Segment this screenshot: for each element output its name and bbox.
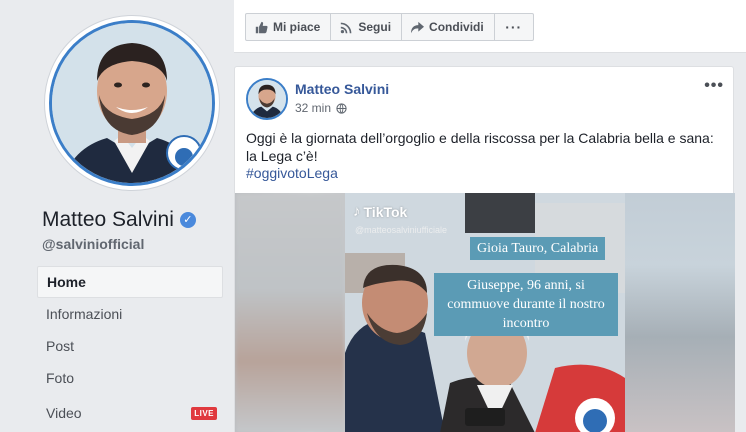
verified-check-icon: ✓ [179, 212, 196, 228]
post-card: Matteo Salvini 32 min ••• Oggi è la gior… [234, 66, 735, 432]
post-author-avatar[interactable] [246, 78, 288, 120]
action-button-group: Mi piace Segui Condividi ··· [245, 13, 534, 41]
nav-item-foto[interactable]: Foto [37, 362, 223, 394]
post-avatar-portrait [248, 80, 286, 118]
share-arrow-icon [410, 20, 424, 34]
video-blur-left [235, 193, 345, 432]
share-button[interactable]: Condividi [401, 13, 495, 41]
like-button[interactable]: Mi piace [245, 13, 332, 41]
post-options-button[interactable]: ••• [704, 77, 724, 95]
more-actions-button[interactable]: ··· [493, 13, 534, 41]
follow-label: Segui [358, 20, 392, 34]
nav-item-informazioni[interactable]: Informazioni [37, 298, 223, 330]
post-meta: 32 min [295, 101, 347, 115]
profile-avatar[interactable] [44, 15, 220, 191]
video-blur-right [625, 193, 735, 432]
nav-item-label: Video [46, 405, 82, 421]
video-frame[interactable]: ♪ TikTok @matteosalviniufficiale Gioia T… [345, 193, 625, 432]
nav-item-video[interactable]: Video LIVE [37, 397, 223, 429]
like-label: Mi piace [273, 20, 321, 34]
post-text: Oggi è la giornata dell’orgoglio e della… [246, 130, 714, 164]
page-name[interactable]: Matteo Salvini [42, 208, 174, 232]
post-author-name[interactable]: Matteo Salvini [295, 81, 389, 97]
music-note-icon: ♪ [353, 203, 361, 220]
page-action-bar: Mi piace Segui Condividi ··· [234, 0, 746, 53]
share-label: Condividi [429, 20, 484, 34]
nav-item-label: Post [46, 338, 75, 354]
page-username[interactable]: @salviniofficial [42, 236, 144, 252]
post-timestamp[interactable]: 32 min [295, 101, 331, 115]
post-hashtag[interactable]: #oggivotoLega [246, 165, 338, 181]
nav-item-label: Foto [46, 370, 75, 386]
video-story-caption: Giuseppe, 96 anni, si commuove durante i… [434, 273, 618, 336]
nav-item-post[interactable]: Post [37, 330, 223, 362]
globe-icon [336, 102, 347, 114]
nav-item-label: Home [47, 274, 86, 290]
tiktok-wordmark: TikTok [363, 203, 408, 220]
follow-button[interactable]: Segui [330, 13, 403, 41]
tiktok-logo: ♪ TikTok [353, 203, 407, 220]
video-location-caption: Gioia Tauro, Calabria [470, 237, 606, 260]
more-dots-icon: ··· [505, 19, 523, 35]
profile-photo [49, 20, 215, 186]
page-nav: Home Informazioni Post Foto Video LIVE [37, 266, 223, 429]
post-video[interactable]: ♪ TikTok @matteosalviniufficiale Gioia T… [235, 193, 735, 432]
nav-item-label: Informazioni [46, 306, 123, 322]
profile-portrait [52, 23, 212, 183]
thumbs-up-icon [254, 20, 268, 34]
page-name-row: Matteo Salvini ✓ [42, 208, 196, 232]
rss-icon [339, 20, 353, 34]
tiktok-handle: @matteosalviniufficiale [355, 225, 448, 235]
live-badge: LIVE [191, 407, 217, 420]
left-column: Matteo Salvini ✓ @salviniofficial Home I… [0, 0, 232, 432]
nav-item-home[interactable]: Home [37, 266, 223, 298]
